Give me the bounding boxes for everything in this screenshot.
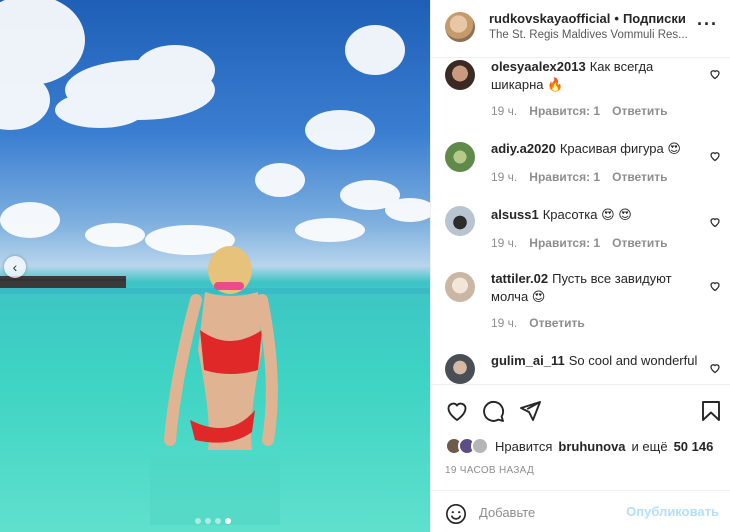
- comment-text: So cool and wonderful: [568, 353, 698, 368]
- emoji-icon[interactable]: [445, 503, 467, 525]
- heart-icon[interactable]: [709, 280, 721, 292]
- comment-meta: 19 ч. Нравится: 1 Ответить: [491, 170, 668, 184]
- comment-username[interactable]: adiy.a2020: [491, 141, 556, 156]
- comment-time: 19 ч.: [491, 316, 518, 330]
- carousel-dot: [205, 518, 211, 524]
- comment-icon[interactable]: [481, 399, 505, 423]
- heart-icon[interactable]: [709, 362, 721, 374]
- likes-summary[interactable]: Нравится bruhunova и ещё 50 146: [445, 437, 713, 455]
- reply-button[interactable]: Ответить: [612, 104, 667, 118]
- commenter-avatar[interactable]: [445, 272, 475, 302]
- comment-text-block: adiy.a2020 Красивая фигура 😍: [491, 140, 705, 158]
- publish-button[interactable]: Опубликовать: [626, 504, 719, 519]
- comment-time: 19 ч.: [491, 104, 518, 118]
- post-sidebar: rudkovskayaofficial • Подписки The St. Reg…: [430, 0, 730, 532]
- photo-scene: [0, 0, 430, 525]
- comment-username[interactable]: gulim_ai_11: [491, 353, 565, 368]
- comment-composer: Опубликовать: [431, 490, 730, 532]
- reply-button[interactable]: Ответить: [529, 316, 584, 330]
- carousel-indicator: [195, 518, 231, 524]
- likes-middle: и ещё: [631, 438, 668, 454]
- carousel-dot: [215, 518, 221, 524]
- author-username[interactable]: rudkovskayaofficial: [489, 11, 610, 26]
- comment-likes[interactable]: Нравится: 1: [529, 236, 600, 250]
- carousel-dot-active: [225, 518, 231, 524]
- comment-text-block: tattiler.02 Пусть все завидуют молча 😍: [491, 270, 705, 306]
- liker-username[interactable]: bruhunova: [558, 439, 625, 454]
- more-icon[interactable]: ···: [697, 14, 718, 35]
- commenter-avatar[interactable]: [445, 60, 475, 90]
- reply-button[interactable]: Ответить: [612, 170, 667, 184]
- comment-meta: 19 ч. Нравится: 1 Ответить: [491, 236, 668, 250]
- comment-username[interactable]: olesyaalex2013: [491, 59, 586, 74]
- author-avatar[interactable]: [445, 12, 475, 42]
- share-icon[interactable]: [518, 399, 542, 423]
- previous-photo-button[interactable]: ‹: [4, 256, 26, 278]
- comment-likes[interactable]: Нравится: 1: [529, 104, 600, 118]
- comment-text-block: olesyaalex2013 Как всегда шикарна 🔥: [491, 58, 705, 94]
- post-location[interactable]: The St. Regis Maldives Vommuli Res...: [489, 29, 689, 41]
- comment-text: Красивая фигура 😍: [559, 141, 681, 156]
- commenter-avatar[interactable]: [445, 206, 475, 236]
- chevron-left-icon: ‹: [12, 259, 18, 275]
- commenter-avatar[interactable]: [445, 354, 475, 384]
- comment-username[interactable]: tattiler.02: [491, 271, 548, 286]
- heart-icon[interactable]: [445, 399, 469, 423]
- reply-button[interactable]: Ответить: [612, 236, 667, 250]
- likes-prefix: Нравится: [495, 438, 553, 454]
- carousel-dot: [195, 518, 201, 524]
- following-button[interactable]: Подписки: [623, 11, 686, 26]
- commenter-avatar[interactable]: [445, 142, 475, 172]
- avatar: [471, 437, 489, 455]
- comment-input[interactable]: [479, 502, 619, 522]
- comment-text-block: alsuss1 Красотка 😍 😍: [491, 206, 705, 224]
- post-header: rudkovskayaofficial • Подписки The St. Reg…: [431, 0, 730, 58]
- bookmark-icon[interactable]: [699, 399, 723, 423]
- post-timestamp[interactable]: 19 ЧАСОВ НАЗАД: [445, 465, 534, 476]
- heart-icon[interactable]: [709, 68, 721, 80]
- comment-time: 19 ч.: [491, 236, 518, 250]
- liker-avatars: [445, 437, 489, 455]
- post-actions: Нравится bruhunova и ещё 50 146 19 ЧАСОВ…: [431, 384, 730, 502]
- heart-icon[interactable]: [709, 216, 721, 228]
- heart-icon[interactable]: [709, 150, 721, 162]
- comment-username[interactable]: alsuss1: [491, 207, 539, 222]
- post-photo[interactable]: ‹: [0, 0, 430, 532]
- header-separator: •: [614, 11, 619, 26]
- comment-meta: 19 ч. Ответить: [491, 316, 585, 330]
- comment-time: 19 ч.: [491, 170, 518, 184]
- comment-likes[interactable]: Нравится: 1: [529, 170, 600, 184]
- comments-list[interactable]: olesyaalex2013 Как всегда шикарна 🔥 19 ч.…: [431, 58, 730, 384]
- comment-meta: 19 ч. Нравится: 1 Ответить: [491, 104, 668, 118]
- comment-text-block: gulim_ai_11 So cool and wonderful: [491, 352, 705, 370]
- comment-text: Красотка 😍 😍: [542, 207, 632, 222]
- likes-count[interactable]: 50 146: [674, 439, 714, 454]
